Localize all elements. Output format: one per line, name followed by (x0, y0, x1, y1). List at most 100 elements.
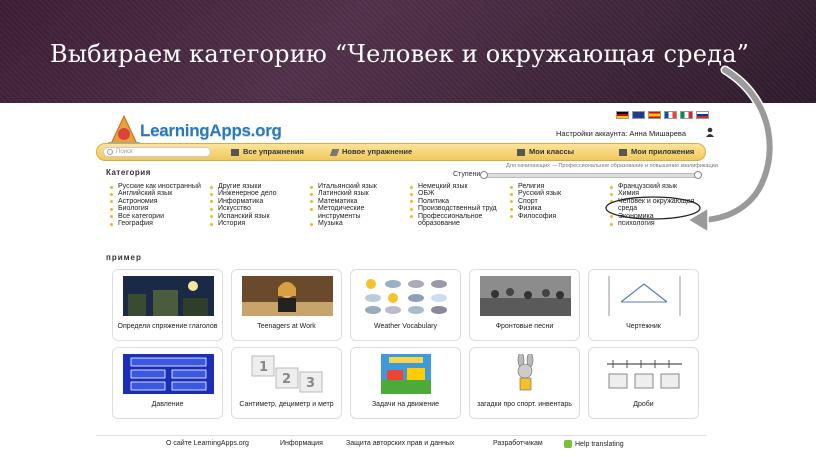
flag-ru-icon[interactable] (696, 111, 709, 119)
category-link[interactable]: Химия (610, 190, 700, 197)
search-icon (107, 149, 113, 155)
level-slider-min-handle[interactable] (480, 171, 488, 179)
example-card[interactable]: загадки про спорт. инвентарь (469, 347, 580, 419)
example-card[interactable]: Чертежник (588, 269, 699, 341)
category-column-3: Итальянский язык Латинский язык Математи… (310, 183, 400, 227)
apps-icon (619, 148, 627, 156)
flag-es-icon[interactable] (648, 111, 661, 119)
my-apps-label: Мои приложения (631, 147, 695, 156)
category-link[interactable]: Производственный труд (410, 205, 500, 212)
example-caption: Сантиметр, дециметр и метр (239, 401, 334, 408)
teenager-photo-thumbnail (242, 276, 333, 316)
footer-developers-link[interactable]: Разработчикам (493, 440, 543, 447)
category-link[interactable]: Информатика (210, 198, 305, 205)
example-card[interactable]: Задачи на движение (350, 347, 461, 419)
example-caption: Давление (151, 401, 184, 408)
category-link[interactable]: Физика (510, 205, 600, 212)
category-link[interactable]: психология (610, 220, 700, 227)
learningapps-page: LearningApps.org Настройки аккаунта: Анн… (96, 105, 718, 450)
all-exercises-label: Все упражнения (243, 147, 304, 156)
example-caption: Чертежник (626, 323, 661, 330)
night-scene-thumbnail (123, 276, 214, 316)
slide-title: Выбираем категорию “Человек и окружающая… (50, 40, 750, 68)
category-link[interactable]: Астрономия (110, 198, 202, 205)
example-caption: Определи спряжение глаголов (117, 323, 218, 330)
category-link[interactable]: Испанский язык (210, 213, 305, 220)
svg-text:2: 2 (282, 372, 291, 387)
category-link[interactable]: Русский язык (510, 190, 600, 197)
category-link[interactable]: Инженерное дело (210, 190, 305, 197)
footer-about-link[interactable]: О сайте LearningApps.org (166, 440, 249, 447)
category-link[interactable]: Искусство (210, 205, 305, 212)
page-footer: О сайте LearningApps.org Информация Защи… (96, 435, 706, 449)
my-classes-button[interactable]: Мои классы (517, 147, 574, 156)
flag-it-icon[interactable] (680, 111, 693, 119)
drawing-thumbnail (599, 276, 690, 316)
category-heading: Категория (106, 168, 151, 177)
footer-info-link[interactable]: Информация (280, 440, 323, 447)
category-link[interactable]: Французский язык (610, 183, 700, 190)
main-navbar: Поиск Все упражнения Новое упражнение Мо… (96, 143, 706, 161)
svg-text:3: 3 (306, 376, 315, 391)
examples-heading: пример (106, 253, 142, 262)
category-column-2: Другие языки Инженерное дело Информатика… (210, 183, 305, 227)
example-card[interactable]: 1 2 3 Сантиметр, дециметр и метр (231, 347, 342, 419)
example-caption: Weather Vocabulary (374, 323, 437, 330)
new-exercise-label: Новое упражнение (342, 147, 413, 156)
category-link[interactable]: Математика (310, 198, 400, 205)
new-exercise-button[interactable]: Новое упражнение (329, 147, 413, 156)
example-card[interactable]: Давление (112, 347, 223, 419)
category-column-6: Французский язык Химия Человек и окружаю… (610, 183, 700, 227)
search-input[interactable]: Поиск (103, 147, 211, 157)
category-link[interactable]: Латинский язык (310, 190, 400, 197)
logo-text: LearningApps.org (140, 121, 282, 140)
grid-icon (231, 148, 239, 156)
number-cards-thumbnail: 1 2 3 (242, 354, 333, 394)
category-link[interactable]: ОБЖ (410, 190, 500, 197)
category-link[interactable]: Другие языки (210, 183, 305, 190)
category-link[interactable]: Немецкий язык (410, 183, 500, 190)
account-settings-link[interactable]: Настройки аккаунта: Анна Мишарева (556, 129, 686, 138)
category-link[interactable]: Экономика (610, 213, 700, 220)
svg-text:1: 1 (259, 360, 268, 375)
footer-copyright-link[interactable]: Защита авторских прав и данных (346, 440, 454, 447)
pencil-icon (329, 148, 340, 156)
category-column-1: Русские как иностранный Английский язык … (110, 183, 202, 227)
category-link-human-environment[interactable]: Человек и окружающая среда (610, 198, 700, 213)
example-card[interactable]: Определи спряжение глаголов (112, 269, 223, 341)
level-note: Для начинающих — Профессиональное образо… (506, 163, 718, 169)
flag-de-icon[interactable] (616, 111, 629, 119)
category-link[interactable]: Биология (110, 205, 202, 212)
category-link[interactable]: Все категории (110, 213, 202, 220)
example-card[interactable]: Weather Vocabulary (350, 269, 461, 341)
footer-help-link[interactable]: Help translating (564, 440, 624, 448)
example-card[interactable]: Фронтовые песни (469, 269, 580, 341)
quiz-board-thumbnail (123, 354, 214, 394)
example-card[interactable]: Teenagers at Work (231, 269, 342, 341)
flag-fr-icon[interactable] (664, 111, 677, 119)
example-caption: Фронтовые песни (495, 323, 554, 330)
category-link[interactable]: География (110, 220, 202, 227)
example-card[interactable]: Дроби (588, 347, 699, 419)
translate-icon (564, 440, 572, 448)
weather-icons-thumbnail (361, 276, 452, 316)
all-exercises-button[interactable]: Все упражнения (231, 147, 304, 156)
category-link[interactable]: Методические инструменты (310, 205, 400, 220)
my-apps-button[interactable]: Мои приложения (619, 147, 694, 156)
category-link[interactable]: Музыка (310, 220, 400, 227)
category-link[interactable]: Профессиональное образование (410, 213, 500, 228)
example-caption: Дроби (633, 401, 654, 408)
category-link[interactable]: Философия (510, 213, 600, 220)
my-classes-label: Мои классы (529, 147, 575, 156)
game-scene-thumbnail (381, 354, 431, 394)
level-slider[interactable] (480, 171, 702, 179)
example-caption: загадки про спорт. инвентарь (477, 401, 572, 408)
category-link[interactable]: История (210, 220, 305, 227)
level-slider-max-handle[interactable] (694, 171, 702, 179)
user-icon[interactable] (705, 127, 715, 137)
example-caption: Teenagers at Work (257, 323, 316, 330)
category-link[interactable]: Английский язык (110, 190, 202, 197)
footer-help-label: Help translating (575, 440, 624, 448)
flag-en-icon[interactable] (632, 111, 645, 119)
category-link[interactable]: Спорт (510, 198, 600, 205)
